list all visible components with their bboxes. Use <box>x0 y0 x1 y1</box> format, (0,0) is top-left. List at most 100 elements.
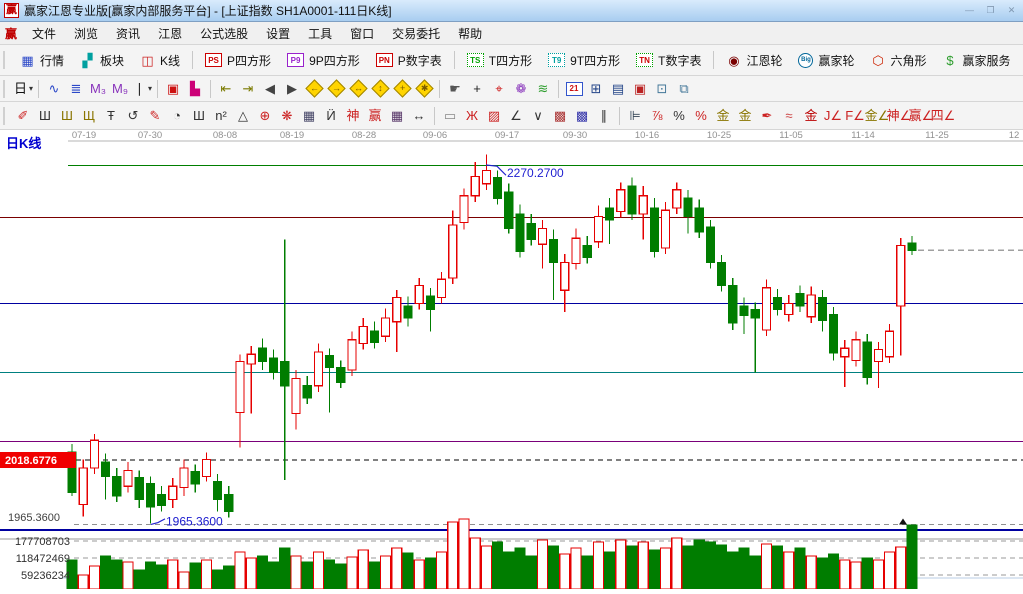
expand-x-icon[interactable]: → <box>325 79 347 99</box>
gold-rail-icon[interactable]: 金 <box>734 106 756 126</box>
menu-item-9[interactable]: 帮助 <box>449 22 491 45</box>
minimize-button[interactable]: — <box>962 4 977 17</box>
notepad-icon[interactable]: ▤ <box>607 79 629 99</box>
period-day-dropdown[interactable]: 日 ▾ <box>12 79 34 99</box>
k-mark-icon[interactable]: Ӥ <box>320 106 342 126</box>
frame-icon[interactable]: ▭ <box>439 106 461 126</box>
menu-item-8[interactable]: 交易委托 <box>383 22 449 45</box>
menu-item-7[interactable]: 窗口 <box>341 22 383 45</box>
fan-grid-icon[interactable]: ▨ <box>483 106 505 126</box>
shen-tool-icon[interactable]: 神 <box>342 106 364 126</box>
winner-wheel-button[interactable]: Big 赢家轮 <box>790 52 862 69</box>
circle-cross-icon[interactable]: ⊕ <box>254 106 276 126</box>
sectors-button[interactable]: ▞ 板块 <box>72 52 132 69</box>
dense-grid2-icon[interactable]: ▩ <box>571 106 593 126</box>
zoom-reset-icon[interactable]: ✱ <box>413 79 435 99</box>
info-doc-icon[interactable]: ≣ <box>65 79 87 99</box>
grid-123-icon[interactable]: ▦ <box>386 106 408 126</box>
flag-icon[interactable]: △ <box>232 106 254 126</box>
p-table-button[interactable]: PN P数字表 <box>368 52 450 69</box>
chart-area[interactable]: 07-19 07-30 08-08 08-19 08-28 09-06 09-17 09-30… <box>0 130 1023 590</box>
thin-candle-dropdown[interactable]: ∣ ▾ <box>131 79 153 99</box>
ink-pen-icon[interactable]: ✒ <box>756 106 778 126</box>
zoom-all-icon[interactable]: + <box>391 79 413 99</box>
fan-icon[interactable]: Ж <box>461 106 483 126</box>
nine-t-square-button[interactable]: T9 9T四方形 <box>540 52 628 69</box>
zigzag-icon[interactable]: ∿ <box>43 79 65 99</box>
menu-item-3[interactable]: 江恩 <box>149 22 191 45</box>
p-square-button[interactable]: PS P四方形 <box>197 52 279 69</box>
prev-page-icon[interactable]: ◀ <box>259 79 281 99</box>
gold-line-icon[interactable]: 金 <box>800 106 822 126</box>
ying-angle-icon[interactable]: 赢∠ <box>909 106 934 126</box>
menu-item-5[interactable]: 设置 <box>257 22 299 45</box>
parallel-icon[interactable]: ∥ <box>593 106 615 126</box>
bars-3-icon[interactable]: M₃ <box>87 79 109 99</box>
pattern-box-icon[interactable]: ▣ <box>162 79 184 99</box>
dense-grid-icon[interactable]: ▩ <box>549 106 571 126</box>
bars-9-icon[interactable]: M₉ <box>109 79 131 99</box>
close-button[interactable]: ✕ <box>1004 4 1019 17</box>
pen-icon[interactable]: ✐ <box>12 106 34 126</box>
gann-mark-icon[interactable]: ❁ <box>510 79 532 99</box>
nine-p-square-button[interactable]: P9 9P四方形 <box>279 52 368 69</box>
t-square-button[interactable]: TS T四方形 <box>459 52 540 69</box>
pc-pair-icon[interactable]: ⧉ <box>673 79 695 99</box>
star-icon[interactable]: ❋ <box>276 106 298 126</box>
pct7-icon[interactable]: ⅞ <box>646 106 668 126</box>
shrink-x-icon[interactable]: ← <box>303 79 325 99</box>
zoom-y-icon[interactable]: ↕ <box>369 79 391 99</box>
si-angle-icon[interactable]: 四∠ <box>931 106 956 126</box>
angle-icon[interactable]: ∠ <box>505 106 527 126</box>
f-tool-icon[interactable]: Ŧ <box>100 106 122 126</box>
next-page-icon[interactable]: ▶ <box>281 79 303 99</box>
grid-icon[interactable]: ▦ <box>298 106 320 126</box>
quotes-button[interactable]: ▦ 行情 <box>12 52 72 69</box>
comb2-icon[interactable]: Ш <box>188 106 210 126</box>
pc-clock-icon[interactable]: ⊡ <box>651 79 673 99</box>
first-page-icon[interactable]: ⇤ <box>215 79 237 99</box>
shen-angle-icon[interactable]: 神∠ <box>887 106 912 126</box>
ruler-123-icon[interactable]: ⊫ <box>624 106 646 126</box>
menu-item-0[interactable]: 文件 <box>23 22 65 45</box>
f-angle-icon[interactable]: F∠ <box>844 106 866 126</box>
menu-item-6[interactable]: 工具 <box>299 22 341 45</box>
gann-wheel-button[interactable]: ◉ 江恩轮 <box>718 52 790 69</box>
calendar-icon[interactable]: 21 <box>563 79 585 99</box>
pointer-tag-icon[interactable]: ⌖ <box>488 79 510 99</box>
crosshair-icon[interactable]: + <box>466 79 488 99</box>
gold-comb-icon[interactable]: Ш <box>56 106 78 126</box>
brush-icon[interactable]: ✎ <box>144 106 166 126</box>
winner-service-button[interactable]: $ 赢家服务 <box>935 52 1019 69</box>
curve-tool-icon[interactable]: ≋ <box>532 79 554 99</box>
gold-angle-icon[interactable]: 金∠ <box>865 106 890 126</box>
last-page-icon[interactable]: ⇥ <box>237 79 259 99</box>
t-table-button[interactable]: TN T数字表 <box>628 52 709 69</box>
vee-icon[interactable]: ∨ <box>527 106 549 126</box>
spiral-icon[interactable]: ↺ <box>122 106 144 126</box>
kline-chart-canvas[interactable]: 07-19 07-30 08-08 08-19 08-28 09-06 09-17 09-30… <box>0 130 1023 590</box>
percent-icon[interactable]: % <box>668 106 690 126</box>
candle-body <box>112 475 122 497</box>
ying-tool-icon[interactable]: 赢 <box>364 106 386 126</box>
kline-button[interactable]: ◫ K线 <box>132 52 188 69</box>
histogram-icon[interactable]: ▙ <box>184 79 206 99</box>
j-angle-icon[interactable]: J∠ <box>822 106 844 126</box>
gann-comb-icon[interactable]: Ш <box>34 106 56 126</box>
percent-line-icon[interactable]: % <box>690 106 712 126</box>
maximize-button[interactable]: ❐ <box>983 4 998 17</box>
menu-item-1[interactable]: 浏览 <box>65 22 107 45</box>
save-disk-icon[interactable]: ▣ <box>629 79 651 99</box>
zoom-x-icon[interactable]: ↔ <box>347 79 369 99</box>
gold-circle-icon[interactable]: 金 <box>712 106 734 126</box>
hand-icon[interactable]: ☛ <box>444 79 466 99</box>
hexagon-button[interactable]: ⬡ 六角形 <box>863 52 935 69</box>
menu-item-4[interactable]: 公式选股 <box>191 22 257 45</box>
menu-item-2[interactable]: 资讯 <box>107 22 149 45</box>
calculator-icon[interactable]: ⊞ <box>585 79 607 99</box>
span-arrow-icon[interactable]: ↔ <box>408 106 430 126</box>
cycle-clock-icon[interactable]: ◔ <box>166 106 188 126</box>
n-squared-icon[interactable]: n² <box>210 106 232 126</box>
gold-comb2-icon[interactable]: Щ <box>78 106 100 126</box>
wave-icon[interactable]: ≈ <box>778 106 800 126</box>
